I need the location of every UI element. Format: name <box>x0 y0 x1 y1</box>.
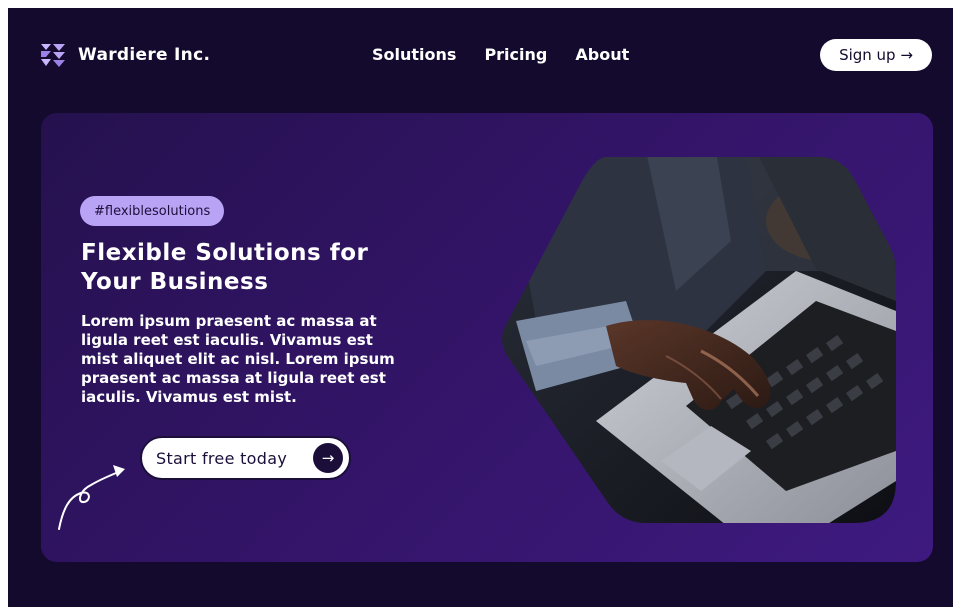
arrow-right-icon: → <box>313 443 343 473</box>
nav-link-about[interactable]: About <box>575 45 629 64</box>
nav-link-pricing[interactable]: Pricing <box>484 45 547 64</box>
top-nav: Wardiere Inc. Solutions Pricing About Si… <box>8 8 953 103</box>
hashtag-badge: #flexiblesolutions <box>80 196 225 226</box>
hero-title-line1: Flexible Solutions for <box>81 240 369 266</box>
logo-icon <box>41 44 65 67</box>
hero-card: #flexiblesolutions Flexible Solutions fo… <box>41 113 933 562</box>
brand[interactable]: Wardiere Inc. <box>40 42 210 68</box>
nav-link-solutions[interactable]: Solutions <box>372 45 456 64</box>
nav-links: Solutions Pricing About <box>372 45 629 64</box>
hero-description: Lorem ipsum praesent ac massa at ligula … <box>81 312 395 406</box>
hero-title: Flexible Solutions for Your Business <box>81 239 421 297</box>
signup-label: Sign up → <box>839 46 913 64</box>
signup-button[interactable]: Sign up → <box>820 39 932 71</box>
page: Wardiere Inc. Solutions Pricing About Si… <box>8 8 953 607</box>
start-free-button[interactable]: Start free today → <box>140 436 351 480</box>
brand-name: Wardiere Inc. <box>78 45 211 65</box>
start-free-label: Start free today <box>156 448 288 468</box>
hero-image <box>502 157 896 523</box>
curved-arrow-icon <box>58 465 125 530</box>
hero-title-line2: Your Business <box>81 269 269 295</box>
